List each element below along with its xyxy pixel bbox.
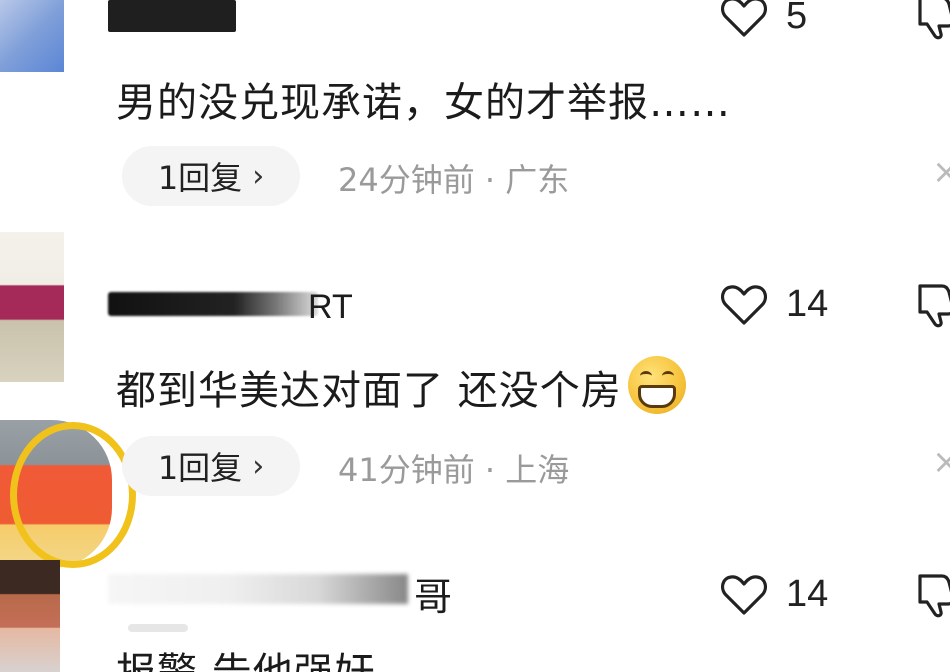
grinning-face-icon bbox=[627, 356, 686, 414]
divider bbox=[128, 624, 188, 632]
like-count: 14 bbox=[786, 572, 829, 615]
thumbs-down-icon bbox=[918, 0, 950, 40]
username[interactable]: RT bbox=[108, 288, 358, 326]
thumbs-down-icon bbox=[918, 574, 950, 618]
avatar-frame bbox=[10, 422, 136, 568]
close-icon[interactable]: × bbox=[932, 442, 950, 482]
chevron-right-icon: › bbox=[252, 158, 265, 194]
username-redacted bbox=[108, 292, 318, 316]
username[interactable]: 哥 bbox=[108, 568, 468, 619]
heart-icon bbox=[720, 575, 768, 615]
comment-text: 报警 告他强奸 bbox=[116, 640, 376, 672]
like-count: 14 bbox=[786, 282, 829, 325]
heart-icon bbox=[720, 285, 768, 325]
reply-count-button[interactable]: 1回复 › bbox=[122, 436, 300, 496]
avatar[interactable] bbox=[0, 232, 64, 382]
comment-text-row: 都到华美达对面了 还没个房 bbox=[116, 356, 686, 416]
comment-text: 都到华美达对面了 还没个房 bbox=[116, 368, 622, 414]
reply-count-label: 1回复 bbox=[157, 449, 243, 487]
chevron-right-icon: › bbox=[252, 448, 265, 484]
dislike-button[interactable] bbox=[912, 570, 950, 618]
like-button[interactable]: 5 bbox=[720, 0, 840, 40]
avatar[interactable] bbox=[0, 0, 64, 72]
dislike-button[interactable] bbox=[912, 280, 950, 328]
comment-meta: 24分钟前 · 广东 bbox=[338, 161, 570, 199]
avatar[interactable] bbox=[0, 560, 60, 672]
like-count: 5 bbox=[786, 0, 808, 37]
username-redacted bbox=[108, 574, 408, 604]
close-icon[interactable]: × bbox=[932, 152, 950, 192]
like-button[interactable]: 14 bbox=[720, 570, 840, 618]
thumbs-down-icon bbox=[918, 284, 950, 328]
comment-list: 男的没兑现承诺，女的才举报…… 1回复 › 24分钟前 · 广东 5 × RT … bbox=[0, 0, 950, 672]
reply-count-label: 1回复 bbox=[157, 159, 243, 197]
comment-text: 男的没兑现承诺，女的才举报…… bbox=[116, 80, 731, 126]
comment-meta: 41分钟前 · 上海 bbox=[338, 451, 570, 489]
username-visible-part: RT bbox=[308, 288, 353, 326]
dislike-button[interactable] bbox=[912, 0, 950, 40]
like-button[interactable]: 14 bbox=[720, 280, 840, 328]
heart-icon bbox=[720, 0, 768, 37]
reply-count-button[interactable]: 1回复 › bbox=[122, 146, 300, 206]
username-visible-part: 哥 bbox=[414, 575, 453, 619]
username-redacted[interactable] bbox=[108, 0, 236, 32]
